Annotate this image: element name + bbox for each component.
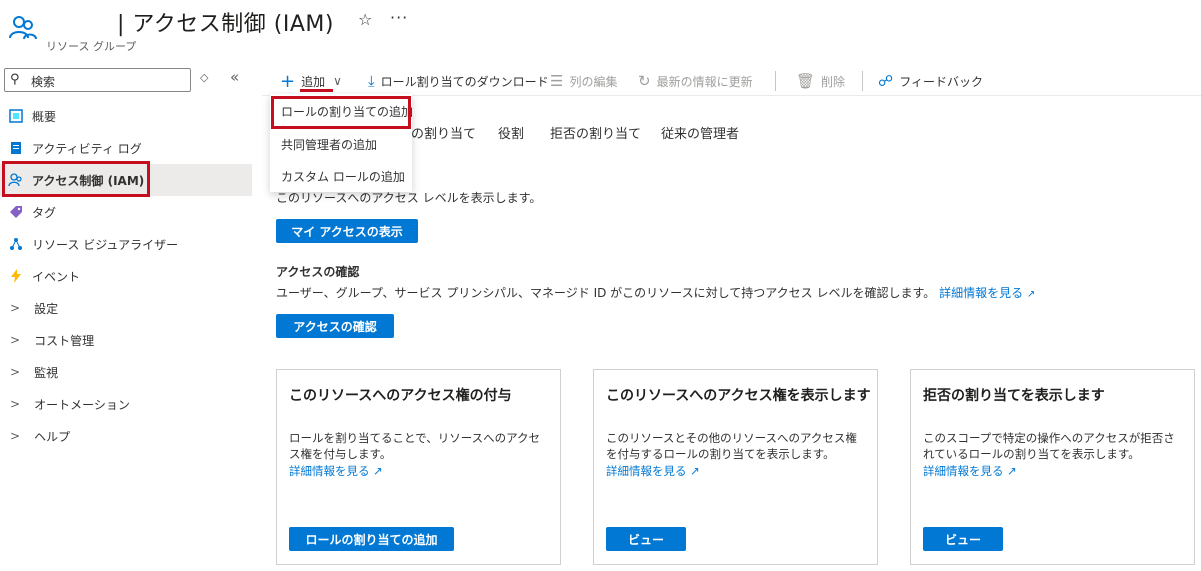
sidebar-item-activity-log[interactable]: アクティビティ ログ bbox=[0, 132, 252, 164]
sidebar-item-label: 設定 bbox=[34, 301, 59, 316]
sidebar: ⚲ 検索 ◇ « 概要 アクティビティ ログ アクセス制御 (IAM) タグ リ… bbox=[0, 62, 252, 571]
users-icon bbox=[9, 16, 37, 40]
more-options-icon[interactable]: ··· bbox=[390, 8, 408, 27]
plus-icon: + bbox=[280, 70, 296, 92]
external-link-icon: ↗ bbox=[373, 464, 383, 478]
resource-type-label: リソース グループ bbox=[46, 40, 137, 53]
menu-item-add-custom-role[interactable]: カスタム ロールの追加 bbox=[270, 161, 412, 191]
learn-more-link[interactable]: 詳細情報を見る ↗ bbox=[923, 463, 1017, 479]
card-title: 拒否の割り当てを表示します bbox=[923, 388, 1105, 404]
check-access-title: アクセスの確認 bbox=[276, 265, 360, 279]
learn-more-label: 詳細情報を見る bbox=[606, 464, 687, 478]
sidebar-item-label: オートメーション bbox=[34, 397, 130, 412]
highlight-box bbox=[271, 96, 411, 129]
card-description: ロールを割り当てることで、リソースへのアクセス権を付与します。 bbox=[289, 431, 541, 461]
refresh-label: 最新の情報に更新 bbox=[656, 74, 753, 89]
learn-more-link[interactable]: 詳細情報を見る ↗ bbox=[289, 463, 383, 479]
sidebar-item-help[interactable]: > ヘルプ bbox=[0, 420, 252, 452]
sidebar-item-label: ヘルプ bbox=[34, 429, 71, 444]
view-my-access-button[interactable]: マイ アクセスの表示 bbox=[276, 219, 418, 243]
sidebar-item-overview[interactable]: 概要 bbox=[0, 100, 252, 132]
visualizer-icon bbox=[8, 236, 24, 252]
view-role-assignments-button[interactable]: ビュー bbox=[606, 527, 686, 551]
sidebar-item-label: アクティビティ ログ bbox=[32, 141, 142, 156]
edit-columns-button[interactable]: ☰ 列の編集 bbox=[550, 70, 617, 92]
download-role-assignments-button[interactable]: ⤓ ロール割り当てのダウンロード bbox=[368, 70, 549, 92]
learn-more-link[interactable]: 詳細情報を見る ↗ bbox=[606, 463, 700, 479]
favorite-star-icon[interactable]: ☆ bbox=[358, 10, 372, 29]
external-link-icon: ↗ bbox=[1026, 289, 1036, 300]
lightning-icon bbox=[8, 268, 24, 284]
download-icon: ⤓ bbox=[368, 72, 375, 90]
learn-more-link[interactable]: 詳細情報を見る bbox=[939, 286, 1023, 300]
sidebar-item-automation[interactable]: > オートメーション bbox=[0, 388, 252, 420]
check-access-text: ユーザー、グループ、サービス プリンシパル、マネージド ID がこのリソースに対… bbox=[276, 286, 936, 300]
refresh-icon: ↻ bbox=[638, 72, 651, 90]
chevron-right-icon: > bbox=[10, 429, 21, 443]
tab-classic-administrators[interactable]: 従来の管理者 bbox=[661, 123, 739, 142]
tag-icon bbox=[8, 204, 24, 220]
toolbar-divider bbox=[775, 71, 776, 91]
delete-label: 削除 bbox=[821, 74, 846, 89]
external-link-icon: ↗ bbox=[1007, 464, 1017, 478]
feedback-icon: ☍ bbox=[878, 72, 894, 90]
feedback-label: フィードバック bbox=[899, 74, 983, 89]
chevron-down-icon: ∨ bbox=[333, 74, 342, 88]
external-link-icon: ↗ bbox=[690, 464, 700, 478]
sidebar-item-settings[interactable]: > 設定 bbox=[0, 292, 252, 324]
learn-more-label: 詳細情報を見る bbox=[923, 464, 1004, 478]
page-title: | アクセス制御 (IAM) bbox=[117, 12, 334, 37]
add-label: 追加 bbox=[301, 74, 326, 89]
sidebar-item-label: イベント bbox=[32, 269, 81, 284]
card-description: このスコープで特定の操作へのアクセスが拒否されているロールの割り当てを表示します… bbox=[923, 431, 1175, 461]
card-description: このリソースとその他のリソースへのアクセス権を付与するロールの割り当てを表示しま… bbox=[606, 431, 857, 461]
refresh-button[interactable]: ↻ 最新の情報に更新 bbox=[638, 70, 753, 92]
sidebar-item-label: コスト管理 bbox=[34, 333, 95, 348]
search-icon: ⚲ bbox=[10, 72, 20, 87]
card-title: このリソースへのアクセス権を表示します bbox=[606, 388, 871, 404]
search-placeholder: 検索 bbox=[31, 75, 56, 89]
check-access-description: ユーザー、グループ、サービス プリンシパル、マネージド ID がこのリソースに対… bbox=[276, 284, 1035, 301]
columns-icon: ☰ bbox=[550, 72, 564, 90]
sidebar-item-events[interactable]: イベント bbox=[0, 260, 252, 292]
sidebar-search-input[interactable]: ⚲ 検索 bbox=[4, 68, 191, 92]
collapse-sidebar-icon[interactable]: « bbox=[230, 68, 239, 86]
sidebar-item-label: リソース ビジュアライザー bbox=[32, 237, 179, 252]
toolbar-divider bbox=[862, 71, 863, 91]
overview-icon bbox=[8, 108, 24, 124]
command-bar: + 追加 ∨ ⤓ ロール割り当てのダウンロード ☰ 列の編集 ↻ 最新の情報に更… bbox=[262, 66, 1201, 96]
chevron-right-icon: > bbox=[10, 333, 21, 347]
chevron-right-icon: > bbox=[10, 301, 21, 315]
tab-roles[interactable]: 役割 bbox=[498, 123, 524, 142]
check-access-button[interactable]: アクセスの確認 bbox=[276, 314, 394, 338]
sidebar-item-label: 監視 bbox=[34, 365, 59, 380]
sidebar-item-resource-visualizer[interactable]: リソース ビジュアライザー bbox=[0, 228, 252, 260]
view-deny-assignments-card: 拒否の割り当てを表示します このスコープで特定の操作へのアクセスが拒否されている… bbox=[910, 369, 1195, 565]
card-title: このリソースへのアクセス権の付与 bbox=[289, 388, 512, 404]
view-deny-assignments-button[interactable]: ビュー bbox=[923, 527, 1003, 551]
feedback-button[interactable]: ☍ フィードバック bbox=[878, 70, 983, 92]
highlight-underline bbox=[300, 89, 333, 92]
sort-icon[interactable]: ◇ bbox=[200, 71, 208, 84]
page-header: | アクセス制御 (IAM) ☆ ··· リソース グループ bbox=[0, 0, 1201, 60]
learn-more-label: 詳細情報を見る bbox=[289, 464, 370, 478]
delete-button[interactable]: 🗑 削除 bbox=[796, 70, 845, 92]
grant-access-card: このリソースへのアクセス権の付与 ロールを割り当てることで、リソースへのアクセス… bbox=[276, 369, 561, 565]
chevron-right-icon: > bbox=[10, 365, 21, 379]
sidebar-item-monitoring[interactable]: > 監視 bbox=[0, 356, 252, 388]
menu-item-add-co-administrator[interactable]: 共同管理者の追加 bbox=[270, 129, 412, 159]
sidebar-item-label: タグ bbox=[32, 205, 57, 220]
edit-columns-label: 列の編集 bbox=[569, 74, 618, 89]
chevron-right-icon: > bbox=[10, 397, 21, 411]
sidebar-item-tags[interactable]: タグ bbox=[0, 196, 252, 228]
sidebar-item-label: 概要 bbox=[32, 109, 57, 124]
tab-deny-assignments[interactable]: 拒否の割り当て bbox=[550, 123, 641, 142]
trash-icon: 🗑 bbox=[796, 72, 816, 90]
activity-log-icon bbox=[8, 140, 24, 156]
view-access-card: このリソースへのアクセス権を表示します このリソースとその他のリソースへのアクセ… bbox=[593, 369, 878, 565]
sidebar-item-cost-management[interactable]: > コスト管理 bbox=[0, 324, 252, 356]
add-role-assignment-button[interactable]: ロールの割り当ての追加 bbox=[289, 527, 454, 551]
highlight-box bbox=[2, 161, 150, 197]
download-label: ロール割り当てのダウンロード bbox=[380, 74, 549, 89]
